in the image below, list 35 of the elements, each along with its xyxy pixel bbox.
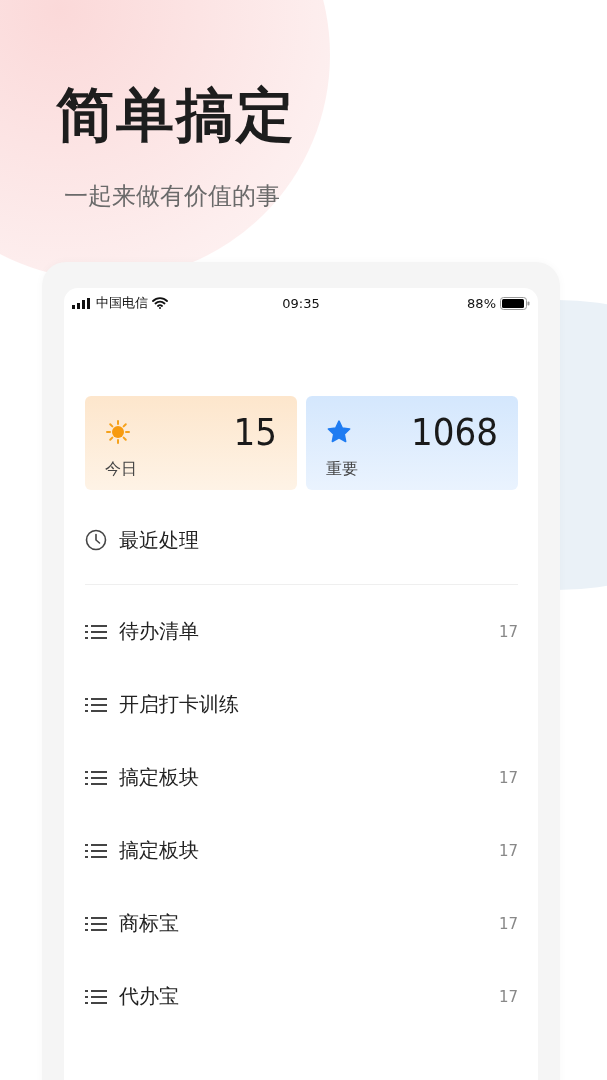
signal-icon	[72, 297, 92, 309]
card-count: 15	[233, 412, 277, 452]
sun-icon	[105, 419, 131, 445]
list-count: 17	[498, 914, 518, 933]
list-icon	[85, 768, 107, 787]
list-icon	[85, 695, 107, 714]
battery-percent: 88%	[467, 295, 496, 311]
card-label: 今日	[105, 459, 138, 480]
list-name[interactable]: 商标宝	[119, 910, 499, 937]
list-name[interactable]: 待办清单	[119, 618, 499, 645]
list-icon	[85, 622, 107, 641]
list-icon	[85, 987, 107, 1006]
list-icon	[85, 914, 107, 933]
summary-card[interactable]: 15 今日	[85, 396, 297, 490]
list-count: 17	[498, 987, 518, 1006]
clock-icon	[85, 529, 107, 551]
list-count: 17	[498, 841, 518, 860]
list-name[interactable]: 代办宝	[119, 983, 499, 1010]
summary-card[interactable]: 1068 重要	[306, 396, 518, 490]
list-count: 17	[498, 622, 518, 641]
headline: 简单搞定	[56, 80, 297, 150]
recent-label[interactable]: 最近处理	[119, 526, 199, 554]
list-name[interactable]: 开启打卡训练	[119, 691, 518, 718]
card-count: 1068	[411, 412, 498, 452]
wifi-icon	[152, 297, 168, 309]
card-label: 重要	[326, 459, 359, 480]
battery-icon	[500, 296, 530, 310]
list-icon	[85, 841, 107, 860]
tagline: 一起来做有价值的事	[64, 181, 281, 212]
list-name[interactable]: 搞定板块	[119, 837, 499, 864]
list-name[interactable]: 搞定板块	[119, 764, 499, 791]
list-count: 17	[498, 768, 518, 787]
status-time: 09:35	[282, 295, 320, 311]
star-icon	[326, 419, 352, 445]
carrier-name: 中国电信	[96, 294, 148, 312]
